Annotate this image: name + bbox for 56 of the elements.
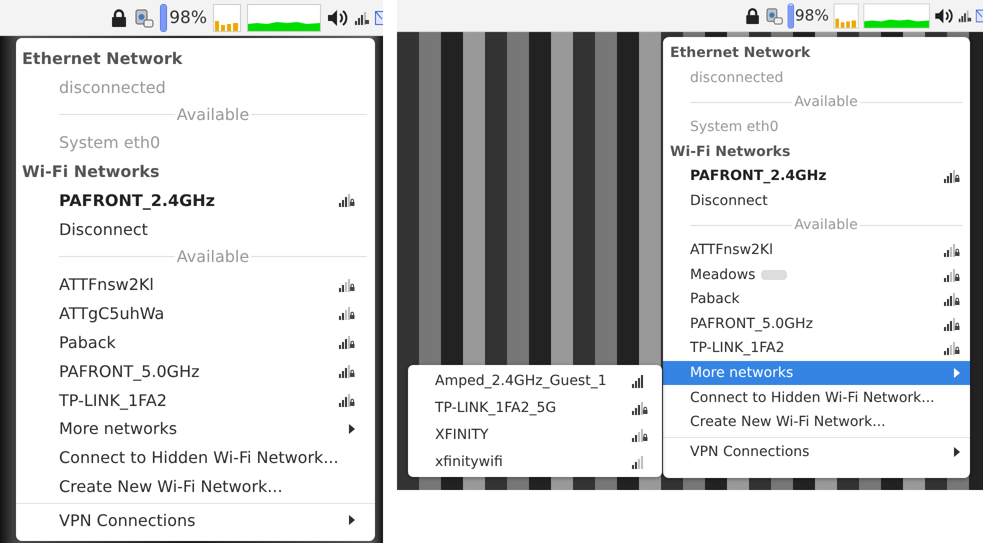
- submenu-arrow-icon: [954, 368, 960, 378]
- cpu-graph-icon: [834, 2, 859, 28]
- network-applet-icon[interactable]: [134, 8, 154, 28]
- network-item[interactable]: ATTFnsw2Kl: [16, 270, 375, 300]
- battery-percent: 98%: [169, 8, 207, 28]
- padlock-icon[interactable]: [744, 7, 761, 24]
- network-item[interactable]: Amped_2.4GHz_Guest_1: [408, 367, 662, 394]
- menu-item[interactable]: Create New Wi-Fi Network...: [16, 472, 375, 502]
- menu-item[interactable]: Disconnect: [16, 214, 375, 244]
- battery-bar: [788, 2, 794, 28]
- battery-percent: 98%: [795, 6, 830, 24]
- menu-item[interactable]: Create New Wi-Fi Network...: [663, 410, 970, 434]
- menu-item[interactable]: Connect to Hidden Wi-Fi Network...: [663, 385, 970, 410]
- section-label: Available: [794, 217, 858, 234]
- network-item[interactable]: Meadows: [663, 262, 970, 287]
- submenu-item[interactable]: VPN Connections: [663, 440, 970, 464]
- network-item[interactable]: PAFRONT_5.0GHz: [16, 356, 375, 386]
- speaker-icon[interactable]: [934, 7, 954, 24]
- network-item[interactable]: TP-LINK_1FA2_5G: [408, 394, 662, 421]
- section-label: Available: [176, 247, 250, 266]
- submenu-item[interactable]: More networks: [16, 414, 375, 444]
- network-item[interactable]: Paback: [16, 328, 375, 357]
- padlock-icon[interactable]: [110, 8, 128, 26]
- network-graph-icon: [247, 4, 321, 32]
- network-graph-icon: [863, 2, 930, 28]
- menu-item[interactable]: Connect to Hidden Wi-Fi Network...: [16, 443, 375, 472]
- network-item[interactable]: XFINITY: [408, 421, 662, 448]
- submenu-item[interactable]: More networks: [663, 360, 970, 386]
- menu-item[interactable]: Disconnect: [663, 188, 970, 214]
- network-item[interactable]: ATTgC5uhWa: [16, 299, 375, 328]
- wifi-signal-icon[interactable]: [355, 10, 369, 24]
- network-item[interactable]: PAFRONT_2.4GHz: [16, 186, 375, 215]
- network-applet-icon[interactable]: [765, 6, 784, 24]
- network-item[interactable]: TP-LINK_1FA2: [16, 386, 375, 414]
- submenu-arrow-icon: [349, 515, 355, 526]
- battery-bar: [160, 4, 168, 32]
- section-label: Available: [176, 105, 250, 124]
- network-item[interactable]: ATTFnsw2Kl: [663, 238, 970, 262]
- section-heading: Ethernet Network: [669, 44, 812, 64]
- submenu-arrow-icon: [954, 446, 960, 457]
- section-heading: Wi-Fi Networks: [669, 142, 792, 162]
- network-item[interactable]: PAFRONT_2.4GHz: [663, 164, 970, 189]
- cpu-graph-icon: [213, 4, 241, 32]
- network-item[interactable]: PAFRONT_5.0GHz: [663, 312, 970, 336]
- speaker-icon[interactable]: [327, 8, 349, 26]
- network-item[interactable]: Paback: [663, 286, 970, 312]
- submenu-arrow-icon: [349, 424, 355, 434]
- mail-icon[interactable]: [976, 8, 983, 23]
- wifi-signal-icon[interactable]: [958, 9, 972, 22]
- mail-icon[interactable]: [375, 10, 383, 26]
- section-heading: Ethernet Network: [21, 48, 184, 70]
- network-item[interactable]: xfinitywifi: [408, 448, 662, 475]
- submenu-item[interactable]: VPN Connections: [16, 506, 375, 535]
- section-heading: Wi-Fi Networks: [21, 161, 160, 183]
- network-item[interactable]: TP-LINK_1FA2: [663, 336, 970, 361]
- section-label: Available: [794, 94, 858, 110]
